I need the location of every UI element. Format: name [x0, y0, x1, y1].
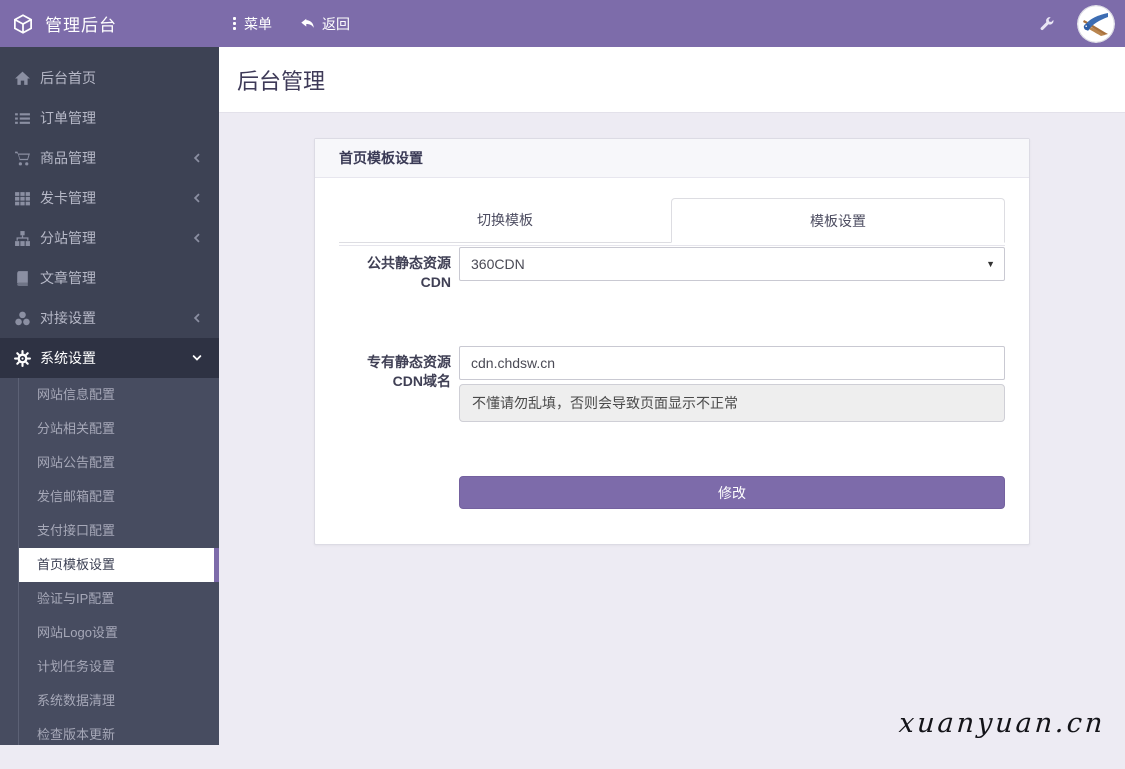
submenu-item-mailbox[interactable]: 发信邮箱配置	[0, 480, 219, 514]
submit-spacer	[339, 476, 451, 509]
submenu-item-logo[interactable]: 网站Logo设置	[0, 616, 219, 650]
public-cdn-select[interactable]: 360CDN	[459, 247, 1005, 281]
content-area: 首页模板设置 切换模板 模板设置 公共静态资源 CDN 360CDN	[219, 138, 1125, 769]
brand-title: 管理后台	[45, 11, 117, 36]
reply-arrow-icon	[300, 16, 315, 31]
submit-control: 修改	[459, 476, 1005, 509]
chevron-left-icon	[191, 152, 203, 164]
chevron-left-icon	[191, 232, 203, 244]
template-settings-card: 首页模板设置 切换模板 模板设置 公共静态资源 CDN 360CDN	[314, 138, 1030, 545]
sidebar-item-products[interactable]: 商品管理	[0, 138, 219, 178]
sidebar-item-substations[interactable]: 分站管理	[0, 218, 219, 258]
sitemap-icon	[14, 230, 31, 247]
home-icon	[14, 70, 31, 87]
sidebar-item-label: 商品管理	[40, 148, 96, 168]
sidebar-item-label: 订单管理	[40, 108, 96, 128]
private-cdn-group: 专有静态资源 CDN域名 不懂请勿乱填，否则会导致页面显示不正常	[339, 346, 1005, 422]
menu-label: 菜单	[244, 14, 272, 34]
submenu-item-substation-config[interactable]: 分站相关配置	[0, 412, 219, 446]
chevron-left-icon	[191, 312, 203, 324]
card-body: 切换模板 模板设置 公共静态资源 CDN 360CDN ▼	[315, 178, 1029, 544]
submenu-item-data-clean[interactable]: 系统数据清理	[0, 684, 219, 718]
sidebar-nav: 后台首页 订单管理 商品管理 发卡管理	[0, 47, 219, 745]
submenu-item-verify-ip[interactable]: 验证与IP配置	[0, 582, 219, 616]
watermark-text: xuanyuan.cn	[898, 708, 1106, 739]
topbar: 管理后台 菜单 返回	[0, 0, 1125, 47]
sidebar-item-system-settings[interactable]: 系统设置	[0, 338, 219, 378]
chevron-down-icon	[191, 352, 203, 364]
submenu-item-site-info[interactable]: 网站信息配置	[0, 378, 219, 412]
submit-row: 修改	[339, 476, 1005, 509]
chevron-left-icon	[191, 192, 203, 204]
sidebar-item-api[interactable]: 对接设置	[0, 298, 219, 338]
cubes-icon	[14, 310, 31, 327]
back-button[interactable]: 返回	[286, 0, 364, 47]
sidebar-item-label: 文章管理	[40, 268, 96, 288]
tab-template-settings[interactable]: 模板设置	[671, 198, 1005, 243]
sidebar-item-label: 后台首页	[40, 68, 96, 88]
book-icon	[14, 270, 31, 287]
page-header: 后台管理	[219, 47, 1125, 113]
public-cdn-group: 公共静态资源 CDN 360CDN ▼	[339, 247, 1005, 292]
cart-icon	[14, 150, 31, 167]
sidebar-item-label: 分站管理	[40, 228, 96, 248]
avatar[interactable]	[1077, 5, 1115, 43]
sidebar-item-articles[interactable]: 文章管理	[0, 258, 219, 298]
system-settings-submenu: 网站信息配置 分站相关配置 网站公告配置 发信邮箱配置 支付接口配置 首页模板设…	[0, 378, 219, 745]
brand[interactable]: 管理后台	[0, 0, 219, 47]
label-line: CDN	[339, 273, 451, 292]
list-icon	[14, 110, 31, 127]
private-cdn-input[interactable]	[459, 346, 1005, 380]
cube-icon	[13, 14, 33, 34]
sidebar-item-label: 系统设置	[40, 348, 96, 368]
card-header-title: 首页模板设置	[315, 139, 1029, 178]
main-area: 后台管理 首页模板设置 切换模板 模板设置 公共静态资源 CDN	[219, 47, 1125, 745]
template-settings-form: 公共静态资源 CDN 360CDN ▼ 专有静态资源 CDN域名	[339, 246, 1005, 509]
grid-icon	[14, 190, 31, 207]
wrench-icon[interactable]	[1040, 16, 1055, 31]
submenu-item-announcement[interactable]: 网站公告配置	[0, 446, 219, 480]
back-label: 返回	[322, 14, 350, 34]
label-line: CDN域名	[339, 372, 451, 391]
menu-toggle-button[interactable]: 菜单	[219, 0, 286, 47]
label-line: 专有静态资源	[339, 353, 451, 372]
sidebar-item-label: 对接设置	[40, 308, 96, 328]
topbar-right	[1040, 5, 1125, 43]
tab-switch-template[interactable]: 切换模板	[339, 198, 671, 243]
private-cdn-control: 不懂请勿乱填，否则会导致页面显示不正常	[459, 346, 1005, 422]
private-cdn-label: 专有静态资源 CDN域名	[339, 346, 451, 422]
page-title: 后台管理	[237, 64, 325, 96]
label-line: 公共静态资源	[339, 254, 451, 273]
private-cdn-help: 不懂请勿乱填，否则会导致页面显示不正常	[459, 384, 1005, 422]
modify-button[interactable]: 修改	[459, 476, 1005, 509]
public-cdn-control: 360CDN ▼	[459, 247, 1005, 292]
public-cdn-label: 公共静态资源 CDN	[339, 247, 451, 292]
sidebar: 后台首页 订单管理 商品管理 发卡管理	[0, 47, 219, 745]
submenu-item-payment[interactable]: 支付接口配置	[0, 514, 219, 548]
sidebar-item-label: 发卡管理	[40, 188, 96, 208]
sidebar-item-cards[interactable]: 发卡管理	[0, 178, 219, 218]
submenu-item-cron[interactable]: 计划任务设置	[0, 650, 219, 684]
submenu-item-home-template[interactable]: 首页模板设置	[19, 548, 219, 582]
sidebar-item-orders[interactable]: 订单管理	[0, 98, 219, 138]
gear-icon	[14, 350, 31, 367]
submenu-item-version-check[interactable]: 检查版本更新	[0, 718, 219, 745]
sidebar-item-dashboard[interactable]: 后台首页	[0, 58, 219, 98]
ellipsis-v-icon	[233, 17, 236, 30]
topnav: 菜单 返回	[219, 0, 364, 47]
template-tabs: 切换模板 模板设置	[339, 198, 1005, 243]
